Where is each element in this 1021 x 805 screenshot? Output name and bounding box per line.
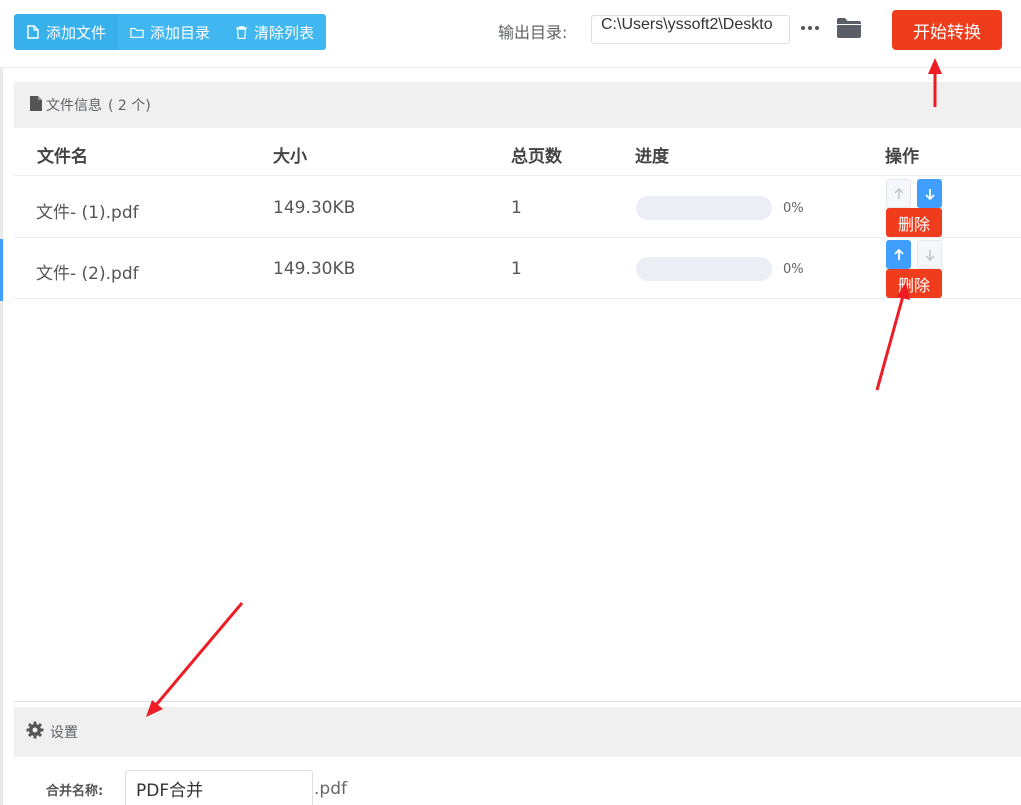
file-count: ( 2 个) xyxy=(108,98,151,114)
app-window: 添加文件 添加目录 清除列表 输出目录: C:\Users\yssoft2\De… xyxy=(0,0,1021,805)
document-icon xyxy=(30,95,42,115)
file-size: 149.30KB xyxy=(273,259,356,279)
start-convert-button[interactable]: 开始转换 xyxy=(892,10,1002,50)
left-edge xyxy=(0,0,3,805)
move-up-button[interactable] xyxy=(886,240,911,269)
settings-header: 设置 xyxy=(14,707,1021,757)
table-row: 文件- (2).pdf 149.30KB 1 0% 删除 xyxy=(14,238,1021,299)
page-count: 1 xyxy=(511,198,522,218)
move-down-button[interactable] xyxy=(917,179,942,208)
merge-name-label: 合并名称: xyxy=(46,784,104,799)
move-up-button[interactable] xyxy=(886,179,911,208)
arrow-up-icon xyxy=(893,187,904,199)
page-count: 1 xyxy=(511,259,522,279)
arrow-down-icon xyxy=(924,249,935,261)
gear-icon xyxy=(26,721,44,743)
progress-percent: 0% xyxy=(783,262,804,277)
toolbar: 添加文件 添加目录 清除列表 输出目录: C:\Users\yssoft2\De… xyxy=(0,0,1021,68)
column-header-filename: 文件名 xyxy=(37,147,88,167)
delete-button[interactable]: 删除 xyxy=(886,269,942,298)
file-info-title: 文件信息 xyxy=(46,98,102,114)
left-edge-active-indicator xyxy=(0,239,3,301)
clear-list-label: 清除列表 xyxy=(254,24,315,42)
column-header-progress: 进度 xyxy=(635,147,669,167)
folder-icon[interactable] xyxy=(836,17,862,39)
column-header-size: 大小 xyxy=(273,147,307,167)
progress-bar xyxy=(636,196,772,220)
add-file-button[interactable]: 添加文件 xyxy=(14,14,119,50)
file-info-header: 文件信息 ( 2 个) xyxy=(14,82,1021,128)
annotation-arrow-settings xyxy=(146,602,244,717)
table-header: 文件名 大小 总页数 进度 操作 xyxy=(14,128,1021,176)
delete-button[interactable]: 删除 xyxy=(886,208,942,237)
add-directory-button[interactable]: 添加目录 xyxy=(118,14,223,50)
move-down-button[interactable] xyxy=(917,240,942,269)
output-dir-input[interactable]: C:\Users\yssoft2\Deskto xyxy=(591,15,790,44)
file-name: 文件- (2).pdf xyxy=(36,264,139,284)
add-directory-label: 添加目录 xyxy=(150,24,211,42)
output-dir-label: 输出目录: xyxy=(498,23,568,42)
arrow-down-icon xyxy=(924,188,935,200)
merge-extension: .pdf xyxy=(314,779,347,799)
toolbar-button-group: 添加文件 添加目录 清除列表 xyxy=(14,14,327,50)
arrow-up-icon xyxy=(893,248,904,260)
column-header-pages: 总页数 xyxy=(511,147,562,167)
column-header-actions: 操作 xyxy=(885,147,919,167)
clear-list-button[interactable]: 清除列表 xyxy=(222,14,327,50)
more-dots-icon[interactable] xyxy=(798,18,822,38)
add-file-label: 添加文件 xyxy=(46,24,107,42)
trash-icon xyxy=(234,25,248,39)
list-divider xyxy=(14,701,1021,702)
progress-bar xyxy=(636,257,772,281)
settings-title: 设置 xyxy=(50,725,78,741)
file-size: 149.30KB xyxy=(273,198,356,218)
progress-percent: 0% xyxy=(783,201,804,216)
folder-outline-icon xyxy=(130,25,144,39)
file-icon xyxy=(26,25,40,39)
file-name: 文件- (1).pdf xyxy=(36,203,139,223)
merge-name-input[interactable]: PDF合并 xyxy=(125,770,313,805)
table-row: 文件- (1).pdf 149.30KB 1 0% 删除 xyxy=(14,177,1021,238)
